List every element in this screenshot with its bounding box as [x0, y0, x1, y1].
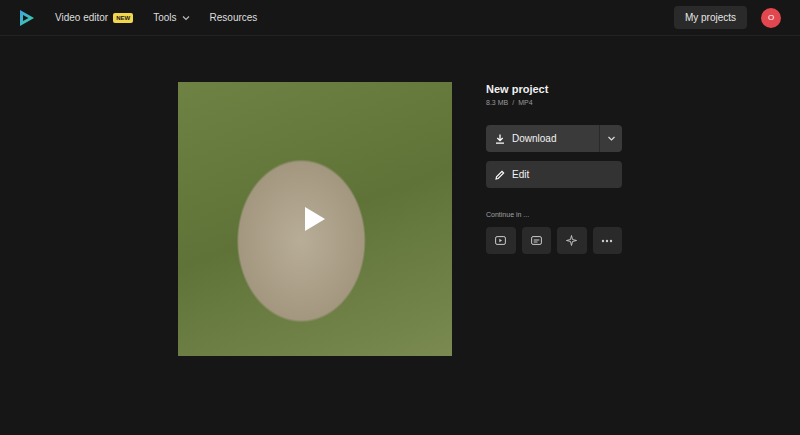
pencil-icon: [495, 170, 505, 180]
nav-item[interactable]: Tools: [153, 12, 189, 23]
more-icon: [601, 239, 613, 243]
chevron-down-icon[interactable]: [182, 14, 190, 22]
edit-button[interactable]: Edit: [486, 161, 622, 188]
page: Video editor NEW Tools Resources My proj…: [0, 0, 800, 435]
project-panel: New project 8.3 MB / MP4 Download Edit C…: [486, 82, 622, 254]
continue-target-button[interactable]: [522, 227, 552, 254]
continue-target-button[interactable]: [557, 227, 587, 254]
logo-icon[interactable]: [18, 9, 36, 27]
nav-item[interactable]: Video editor NEW: [55, 12, 133, 23]
user-avatar[interactable]: O: [761, 8, 781, 28]
captions-icon: [531, 236, 542, 245]
play-icon[interactable]: [304, 206, 326, 232]
video-icon: [495, 236, 506, 245]
nav-label[interactable]: Tools: [153, 12, 176, 23]
project-meta: 8.3 MB / MP4: [486, 99, 622, 106]
nav-label[interactable]: Video editor: [55, 12, 108, 23]
continue-target-button[interactable]: [486, 227, 516, 254]
video-preview[interactable]: [178, 82, 452, 356]
download-options-button[interactable]: [599, 125, 622, 152]
download-icon: [495, 134, 505, 144]
main-nav: Video editor NEW Tools Resources: [55, 12, 257, 23]
sparkle-icon: [566, 235, 577, 246]
continue-target-button[interactable]: [593, 227, 623, 254]
download-button[interactable]: Download: [486, 125, 599, 152]
meta-separator: /: [512, 99, 514, 106]
top-bar: Video editor NEW Tools Resources My proj…: [0, 0, 800, 36]
nav-label[interactable]: Resources: [210, 12, 258, 23]
file-format: MP4: [518, 99, 532, 106]
nav-item[interactable]: Resources: [210, 12, 258, 23]
chevron-down-icon: [607, 134, 616, 143]
continue-label: Continue in ...: [486, 211, 622, 218]
project-view: New project 8.3 MB / MP4 Download Edit C…: [0, 36, 800, 356]
my-projects-button[interactable]: My projects: [674, 6, 747, 29]
new-badge: NEW: [113, 13, 133, 23]
project-title: New project: [486, 83, 622, 95]
continue-targets: [486, 227, 622, 254]
download-button-group: Download: [486, 125, 622, 152]
file-size: 8.3 MB: [486, 99, 508, 106]
